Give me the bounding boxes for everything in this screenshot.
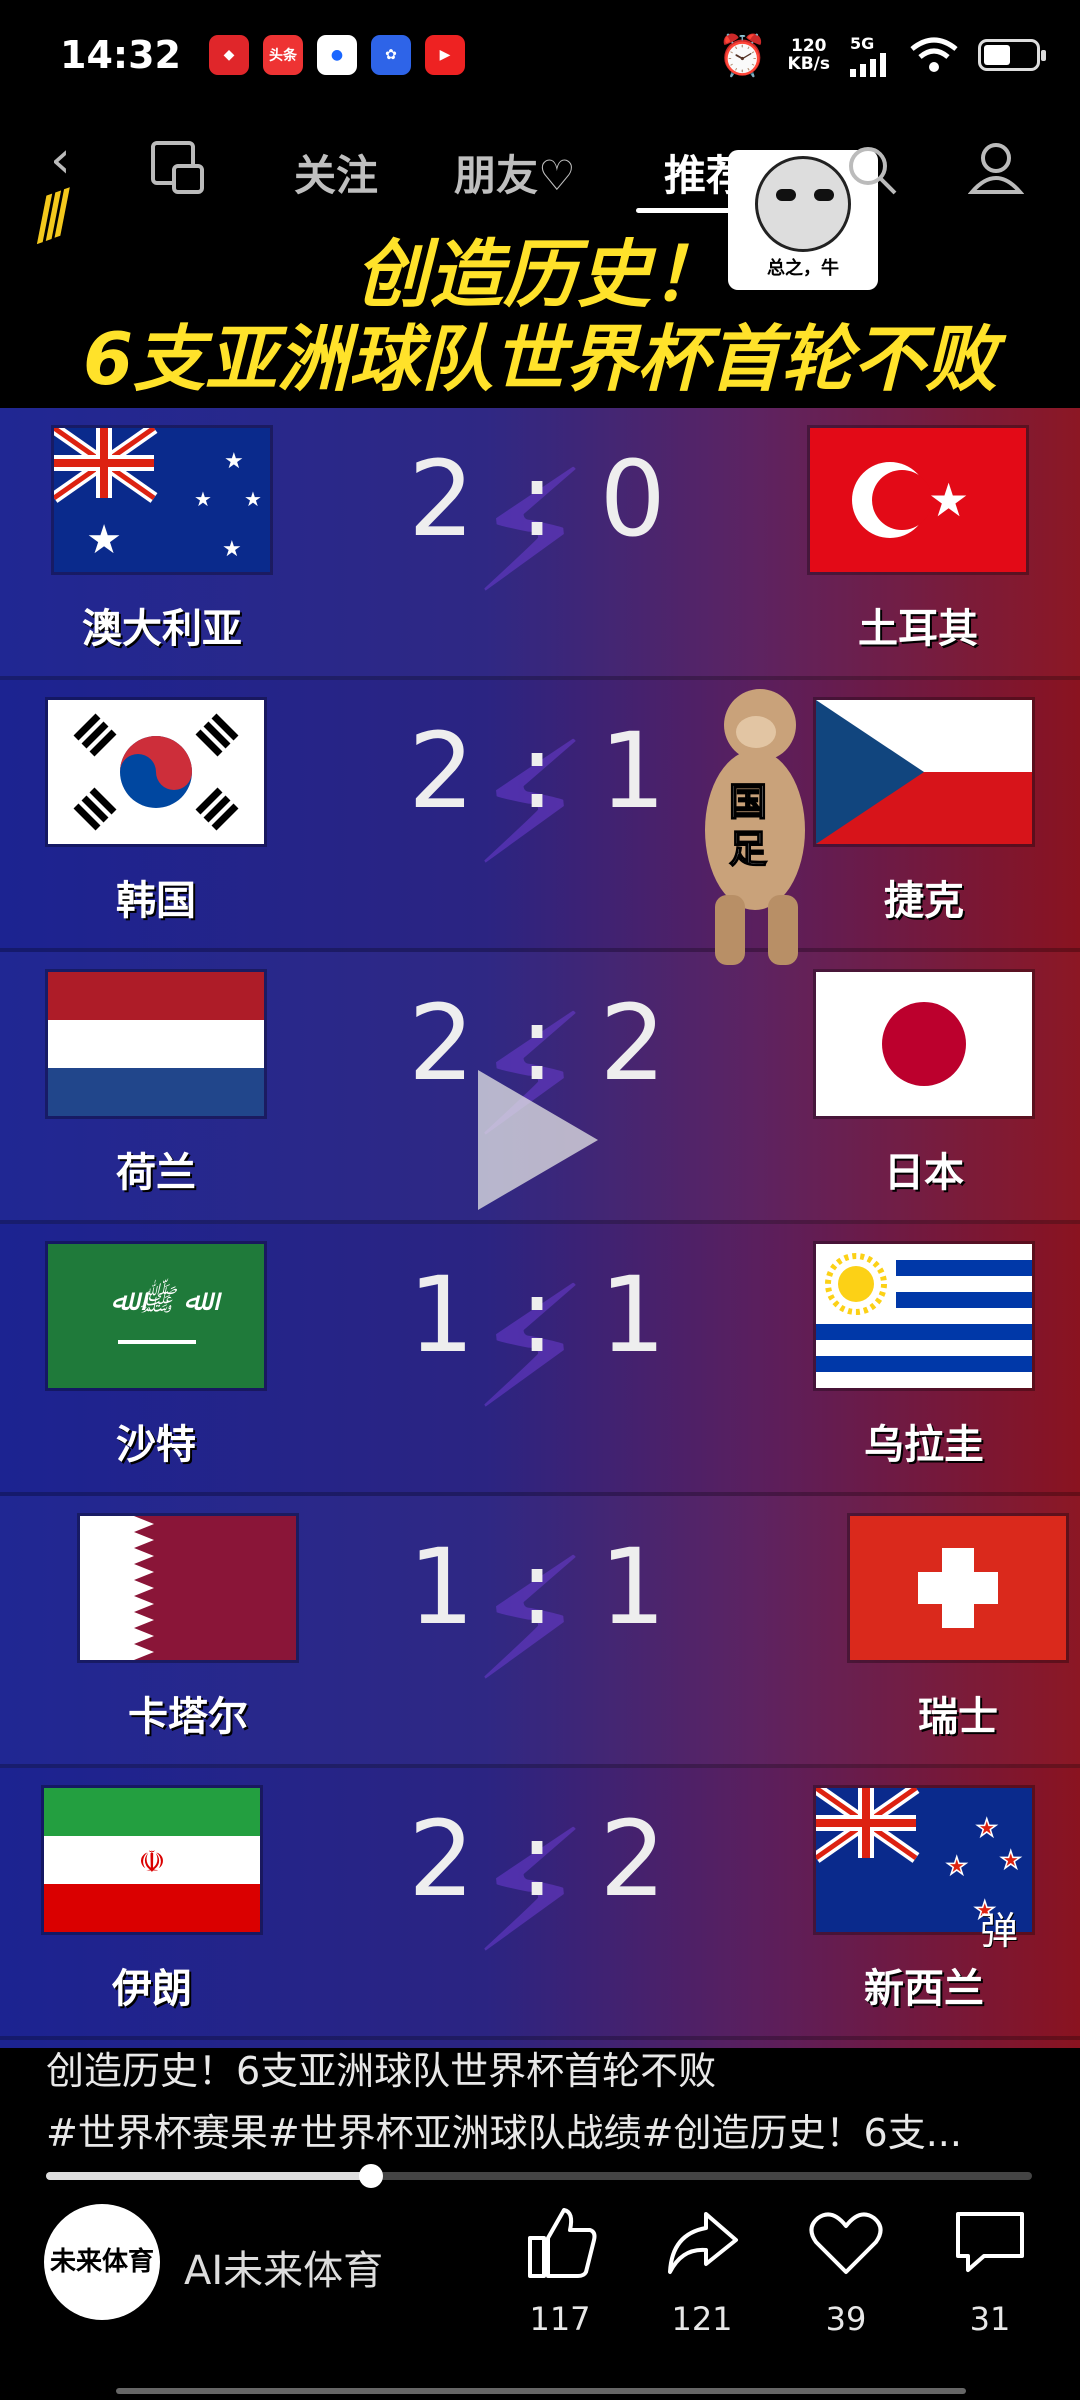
- svg-text:★: ★: [86, 517, 122, 563]
- screen: 14:32 ◆ 头条 ● ✿ ▶ ⏰ 120 KB/s 5G ⁄⁄⁄ 创造历史！: [0, 0, 1080, 2400]
- alarm-icon: ⏰: [717, 32, 768, 79]
- svg-text:★: ★: [928, 473, 969, 527]
- tab-friends[interactable]: 朋友♡: [454, 142, 576, 203]
- svg-text:★: ★: [244, 487, 262, 511]
- svg-text:★: ★: [946, 1852, 968, 1880]
- switzerland-flag-icon: [850, 1516, 1066, 1660]
- away-team-name: 土耳其: [858, 606, 978, 652]
- tab-recommend[interactable]: 推荐: [664, 142, 748, 203]
- progress-fill: [46, 2172, 372, 2180]
- share-arrow-icon: [668, 2212, 738, 2274]
- saudi-flag-icon: ﷲ ﷺ ﷲ: [48, 1244, 264, 1388]
- top-nav: ‹ 关注 朋友♡ 推荐: [0, 120, 1080, 220]
- svg-text:★: ★: [222, 537, 242, 562]
- home-team-name: 卡塔尔: [128, 1694, 248, 1740]
- home-team-name: 荷兰: [116, 1150, 196, 1196]
- match-score: 2 : 1: [408, 710, 672, 832]
- network-speed: 120 KB/s: [787, 36, 830, 74]
- video-title: 创造历史！6支亚洲球队世界杯首轮不败: [46, 2049, 717, 2093]
- score-board: ⚡ ★ ★ ★ ★ ★ 澳大利亚 2 : 0 ★ 土耳其 ⚡ 韩国 2 : 1 捷克 ⚡ 荷兰 2 :…: [0, 408, 1080, 2048]
- korea-flag-icon: [48, 700, 264, 844]
- match-score: 1 : 1: [408, 1254, 672, 1376]
- iran-flag-icon: ☫: [44, 1788, 260, 1932]
- home-team-name: 韩国: [116, 878, 196, 924]
- japan-flag-icon: [816, 972, 1032, 1116]
- author-name[interactable]: AI未来体育: [184, 2238, 383, 2296]
- toutiao-icon: 头条: [262, 35, 303, 75]
- away-team-name: 新西兰: [864, 1966, 984, 2012]
- match-score: 2 : 2: [408, 1798, 672, 1920]
- away-team-name: 乌拉圭: [864, 1422, 984, 1468]
- match-row: ⚡ 韩国 2 : 1 捷克: [0, 680, 1080, 952]
- progress-bar[interactable]: [46, 2164, 1032, 2188]
- heart-icon: [809, 2212, 883, 2274]
- battery-icon: [978, 39, 1046, 71]
- back-icon[interactable]: ‹: [50, 130, 71, 190]
- video-app-icon: ▶: [424, 35, 465, 75]
- away-team-name: 日本: [884, 1150, 964, 1196]
- thumbs-up-icon: [528, 2208, 597, 2278]
- active-tab-indicator: [636, 208, 746, 213]
- comment-button[interactable]: 31: [930, 2200, 1050, 2338]
- svg-text:★: ★: [976, 1814, 998, 1842]
- avatar[interactable]: 未来体育: [44, 2204, 160, 2320]
- qatar-flag-icon: [80, 1516, 296, 1660]
- svg-text:★: ★: [194, 487, 212, 511]
- svg-text:★: ★: [1000, 1846, 1022, 1874]
- match-row: ⚡ ★ ★ ★ ★ ★ 澳大利亚 2 : 0 ★ 土耳其: [0, 408, 1080, 680]
- like-count: 117: [529, 2300, 591, 2338]
- status-right: ⏰ 120 KB/s 5G: [717, 32, 1046, 79]
- play-icon[interactable]: [478, 1070, 598, 1210]
- home-indicator[interactable]: [116, 2388, 966, 2394]
- monkey-sticker-text-2: 足: [729, 827, 767, 871]
- search-icon[interactable]: [846, 144, 898, 196]
- favorite-count: 39: [825, 2300, 867, 2338]
- match-score: 2 : 0: [408, 438, 672, 560]
- bottom-bar: 未来体育 AI未来体育 117 121 39 31: [0, 2190, 1080, 2360]
- pinduoduo-icon: ◆: [208, 35, 249, 75]
- uruguay-flag-icon: [816, 1244, 1032, 1388]
- comment-count: 31: [969, 2300, 1011, 2338]
- video-player[interactable]: ⁄⁄⁄ 创造历史！ 6支亚洲球队世界杯首轮不败 总之，牛 ⚡ ★ ★ ★ ★ ★ 澳大…: [0, 110, 1080, 2050]
- pip-icon[interactable]: [150, 140, 206, 196]
- home-team-name: 澳大利亚: [82, 606, 242, 652]
- signal-icon: 5G: [850, 34, 890, 77]
- headline-line-2: 6支亚洲球队世界杯首轮不败: [82, 317, 998, 401]
- comment-icon: [956, 2212, 1024, 2272]
- share-count: 121: [671, 2300, 733, 2338]
- away-team-name: 瑞士: [918, 1694, 998, 1740]
- svg-text:☫: ☫: [139, 1845, 166, 1880]
- match-row: ⚡ ☫ 伊朗 2 : 2 ★ ★ ★ ★ 新西兰: [0, 1768, 1080, 2040]
- share-button[interactable]: 121: [642, 2200, 762, 2338]
- monkey-sticker: 国 足: [705, 689, 805, 965]
- home-team-name: 沙特: [116, 1422, 196, 1468]
- like-button[interactable]: 117: [500, 2200, 620, 2338]
- profile-icon[interactable]: [968, 140, 1024, 196]
- favorite-button[interactable]: 39: [786, 2200, 906, 2338]
- status-time: 14:32: [60, 33, 181, 77]
- home-team-name: 伊朗: [112, 1966, 192, 2012]
- match-row: ⚡ ﷲ ﷺ ﷲ 沙特 1 : 1 乌拉圭: [0, 1224, 1080, 1496]
- match-row: ⚡ 卡塔尔 1 : 1 瑞士: [0, 1496, 1080, 1768]
- notification-icons: ◆ 头条 ● ✿ ▶: [208, 35, 465, 75]
- progress-knob[interactable]: [359, 2164, 384, 2188]
- tab-follow[interactable]: 关注: [294, 142, 378, 203]
- video-hashtags[interactable]: #世界杯赛果#世界杯亚洲球队战绩#创造历史！6支...: [46, 2102, 962, 2157]
- wifi-icon: [910, 37, 958, 72]
- browser-icon: ●: [316, 35, 357, 75]
- danmu-button[interactable]: 弹: [980, 1900, 1018, 1955]
- monkey-sticker-text-1: 国: [729, 780, 767, 824]
- baidu-icon: ✿: [370, 35, 411, 75]
- svg-text:★: ★: [224, 449, 244, 474]
- match-score: 1 : 1: [408, 1526, 672, 1648]
- australia-flag-icon: ★ ★ ★ ★ ★: [54, 428, 270, 572]
- status-bar: 14:32 ◆ 头条 ● ✿ ▶ ⏰ 120 KB/s 5G: [0, 0, 1080, 110]
- turkey-flag-icon: ★: [810, 428, 1026, 572]
- czech-flag-icon: [816, 700, 1032, 844]
- netherlands-flag-icon: [48, 972, 264, 1116]
